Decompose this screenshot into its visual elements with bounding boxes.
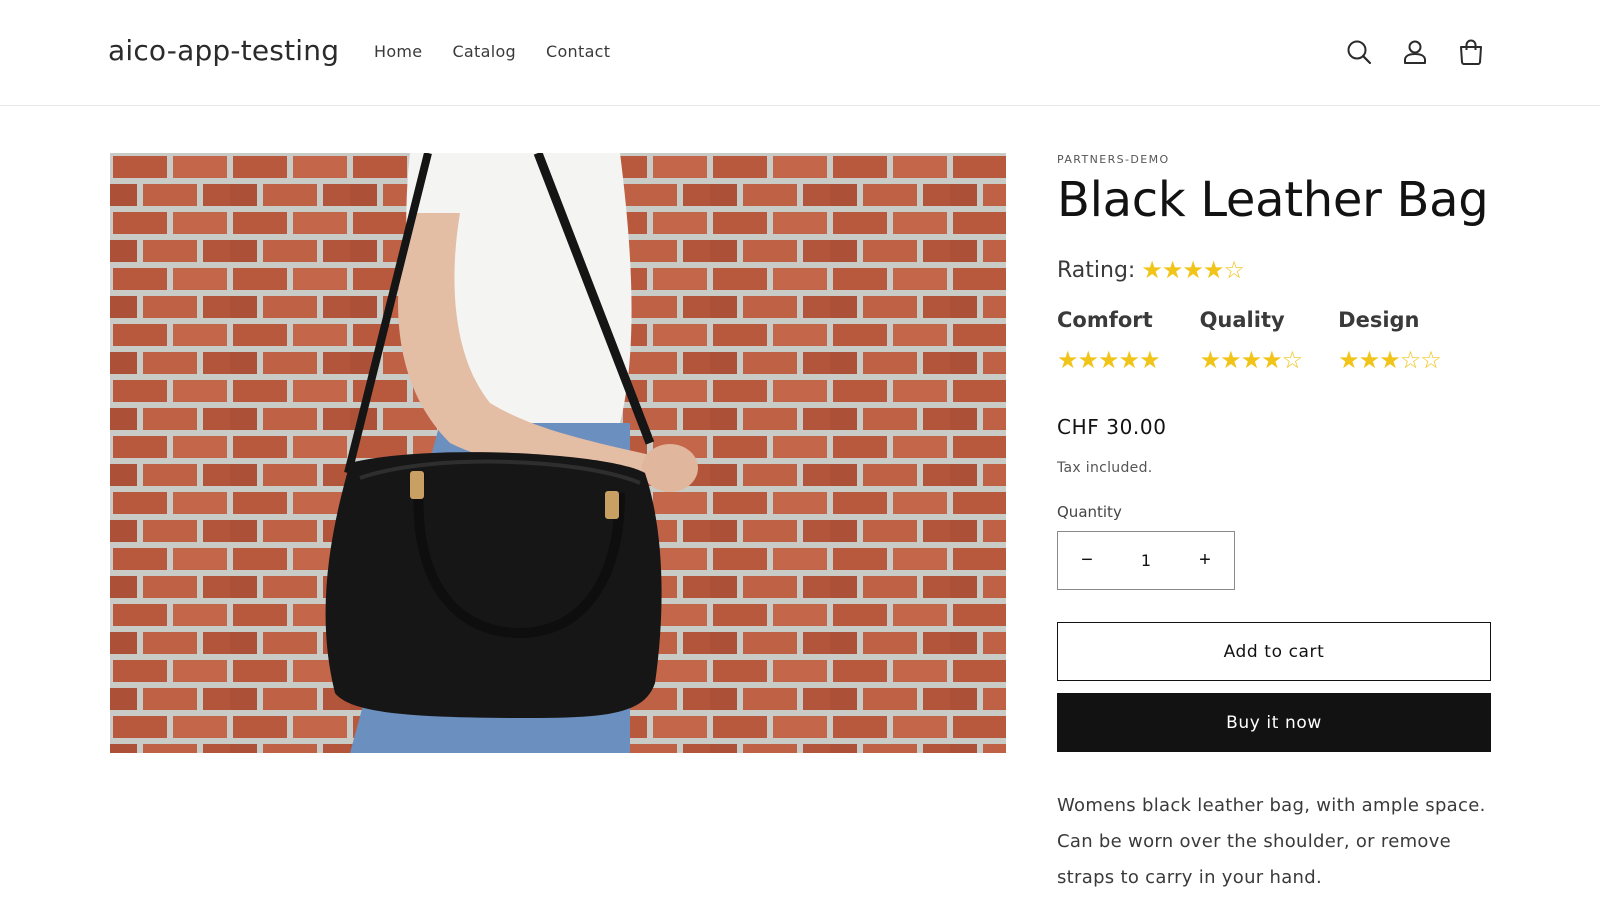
subrating-stars: ★★★★★ bbox=[1057, 346, 1161, 374]
account-icon bbox=[1404, 40, 1426, 64]
product-title: Black Leather Bag bbox=[1057, 172, 1489, 228]
product-image[interactable] bbox=[110, 153, 1006, 753]
tax-note: Tax included. bbox=[1057, 460, 1153, 476]
subrating-stars: ★★★☆☆ bbox=[1338, 346, 1442, 374]
add-to-cart-button[interactable]: Add to cart bbox=[1057, 622, 1491, 681]
nav-catalog[interactable]: Catalog bbox=[452, 42, 516, 61]
buy-now-button[interactable]: Buy it now bbox=[1057, 693, 1491, 752]
quantity-label: Quantity bbox=[1057, 503, 1122, 521]
subrating-comfort: Comfort ★★★★★ bbox=[1057, 308, 1161, 374]
main-nav: Home Catalog Contact bbox=[374, 42, 640, 61]
account-button[interactable] bbox=[1397, 34, 1433, 70]
rating-stars: ★★★★☆ bbox=[1141, 256, 1245, 284]
quantity-decrement-button[interactable]: − bbox=[1058, 532, 1116, 589]
subratings: Comfort ★★★★★ Quality ★★★★☆ Design ★★★☆☆ bbox=[1057, 308, 1481, 374]
cart-button[interactable] bbox=[1453, 34, 1489, 70]
product-photo bbox=[110, 153, 1006, 753]
product-vendor: PARTNERS-DEMO bbox=[1057, 153, 1170, 166]
subrating-design: Design ★★★☆☆ bbox=[1338, 308, 1442, 374]
rating-label: Rating: bbox=[1057, 257, 1136, 283]
site-header: aico-app-testing Home Catalog Contact bbox=[0, 0, 1600, 106]
search-button[interactable] bbox=[1341, 34, 1377, 70]
product-price: CHF 30.00 bbox=[1057, 415, 1167, 439]
subrating-stars: ★★★★☆ bbox=[1199, 346, 1304, 374]
nav-contact[interactable]: Contact bbox=[546, 42, 610, 61]
cart-icon bbox=[1460, 39, 1482, 65]
quantity-stepper: − + bbox=[1057, 531, 1235, 590]
subrating-label: Design bbox=[1338, 308, 1420, 332]
subrating-label: Quality bbox=[1199, 308, 1285, 332]
search-icon bbox=[1347, 40, 1372, 65]
subrating-quality: Quality ★★★★☆ bbox=[1199, 308, 1304, 374]
site-logo[interactable]: aico-app-testing bbox=[108, 34, 339, 67]
product-description: Womens black leather bag, with ample spa… bbox=[1057, 795, 1486, 888]
nav-home[interactable]: Home bbox=[374, 42, 422, 61]
subrating-label: Comfort bbox=[1057, 308, 1153, 332]
quantity-increment-button[interactable]: + bbox=[1176, 532, 1234, 589]
quantity-input[interactable] bbox=[1116, 551, 1176, 570]
overall-rating: Rating: ★★★★☆ bbox=[1057, 256, 1245, 284]
